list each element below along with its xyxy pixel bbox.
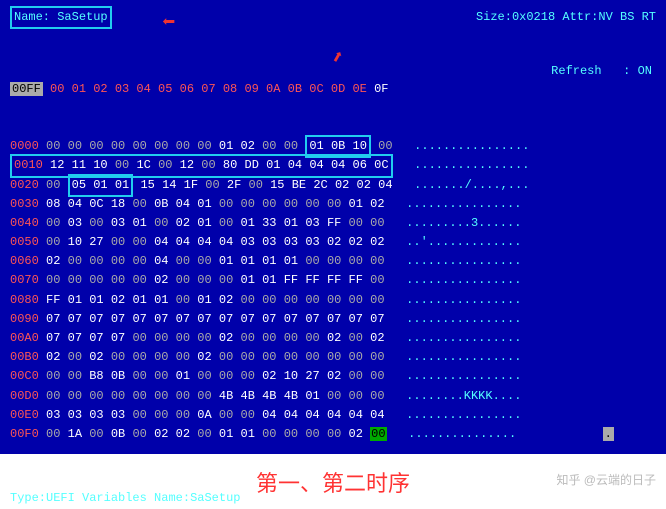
hex-row[interactable]: 0090 07 07 07 07 07 07 07 07 07 07 07 07…	[10, 310, 656, 329]
hex-row[interactable]: 00B0 02 00 02 00 00 00 00 02 00 00 00 00…	[10, 348, 656, 367]
footer-type-label: Type:	[10, 491, 46, 505]
hex-row[interactable]: 00D0 00 00 00 00 00 00 00 00 4B 4B 4B 4B…	[10, 387, 656, 406]
footer-name-label: Name:	[154, 491, 190, 505]
hex-row[interactable]: 00C0 00 00 B8 0B 00 00 01 00 00 00 02 10…	[10, 367, 656, 386]
hex-row[interactable]: 00F0 00 1A 00 0B 00 02 02 00 01 01 00 00…	[10, 425, 656, 444]
variable-name-box: Name: SaSetup	[10, 6, 112, 29]
col-header-hex: 00 01 02 03 04 05 06 07 08 09 0A 0B 0C 0…	[50, 82, 367, 96]
hex-row[interactable]: 0060 02 00 00 00 00 04 00 00 01 01 01 01…	[10, 252, 656, 271]
hex-row[interactable]: 0080 FF 01 01 02 01 01 00 01 02 00 00 00…	[10, 291, 656, 310]
offset-header: 00FF	[10, 82, 43, 96]
hex-row[interactable]: 0020 00 05 01 01 15 14 1F 00 2F 00 15 BE…	[10, 176, 656, 195]
hex-dump[interactable]: 00FF 00 01 02 03 04 05 06 07 08 09 0A 0B…	[10, 41, 656, 482]
size-value: 0x0218	[512, 10, 555, 24]
size-label: Size:	[476, 10, 512, 24]
attr-label: Attr:	[562, 10, 598, 24]
refresh-value[interactable]: ON	[638, 64, 652, 78]
name-label: Name:	[14, 10, 57, 24]
attr-value: NV BS RT	[598, 10, 656, 24]
hex-row[interactable]: 0050 00 10 27 00 00 04 04 04 04 03 03 03…	[10, 233, 656, 252]
footer-type-value: UEFI Variables	[46, 491, 147, 505]
hex-row[interactable]: 00E0 03 03 03 03 00 00 00 0A 00 00 04 04…	[10, 406, 656, 425]
header-bar: Name: SaSetup Size:0x0218 Attr:NV BS RT	[10, 8, 656, 27]
hex-row[interactable]: 0070 00 00 00 00 00 02 00 00 00 01 01 FF…	[10, 271, 656, 290]
name-value: SaSetup	[57, 10, 107, 24]
watermark: 知乎 @云端的日子	[556, 471, 656, 490]
hex-row[interactable]: 0040 00 03 00 03 01 00 02 01 00 01 33 01…	[10, 214, 656, 233]
hex-row[interactable]: 0030 08 04 0C 18 00 0B 04 01 00 00 00 00…	[10, 195, 656, 214]
column-header-row: 00FF 00 01 02 03 04 05 06 07 08 09 0A 0B…	[10, 80, 656, 99]
size-attr: Size:0x0218 Attr:NV BS RT	[476, 8, 656, 27]
col-header-last: 0F	[374, 82, 388, 96]
hex-row[interactable]: 00A0 07 07 07 07 00 00 00 00 02 00 00 00…	[10, 329, 656, 348]
refresh-label: Refresh :	[551, 64, 630, 78]
hex-editor-screen: ➡ ➡ Name: SaSetup Size:0x0218 Attr:NV BS…	[0, 0, 666, 454]
footer-bar: Type:UEFI Variables Name:SaSetup	[10, 489, 656, 508]
side-panel: Refresh : ON	[551, 62, 652, 81]
footer-name-value: SaSetup	[190, 491, 240, 505]
